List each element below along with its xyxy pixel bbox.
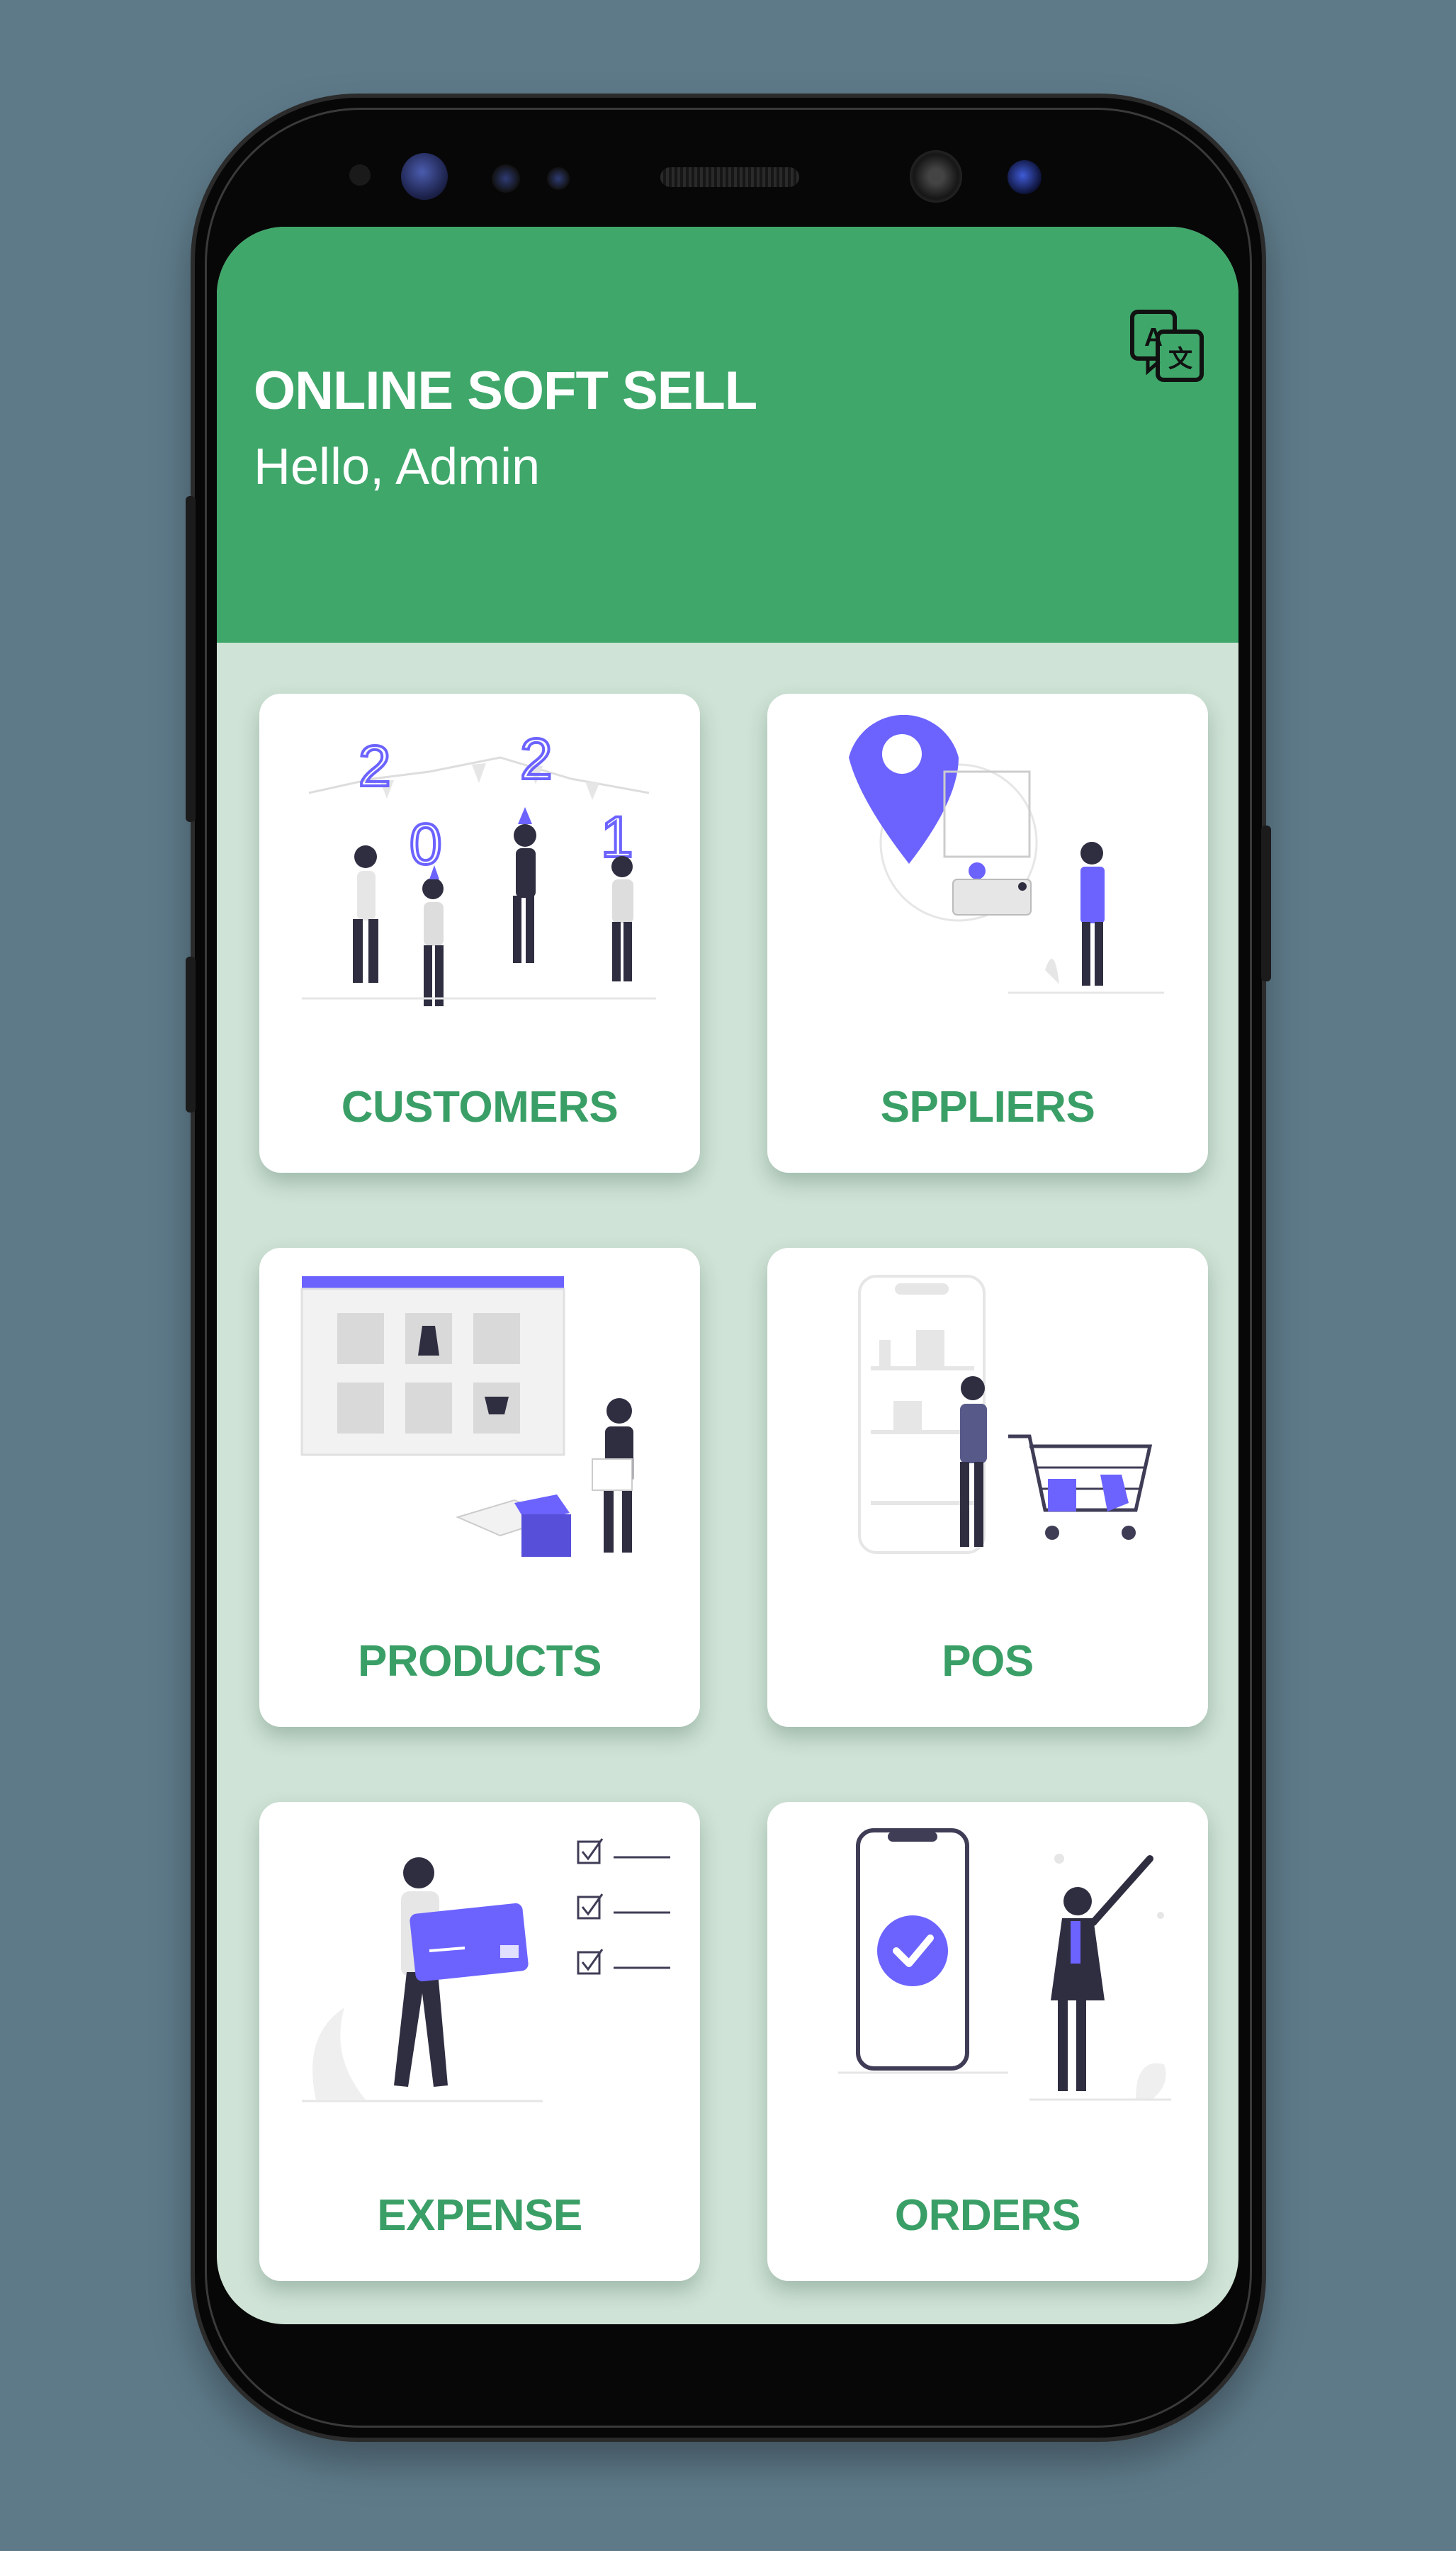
orders-label: ORDERS — [894, 2191, 1081, 2240]
expense-label: EXPENSE — [377, 2191, 582, 2240]
greeting-text: Hello, Admin — [254, 439, 541, 495]
svg-text:文: 文 — [1168, 345, 1192, 373]
party-people-illustration: 2 0 2 1 — [302, 726, 656, 1006]
app-header: ONLINE SOFT SELL Hello, Admin A 文 — [217, 227, 1238, 643]
phone-confirmed-illustration — [838, 1828, 1171, 2101]
products-label: PRODUCTS — [358, 1637, 602, 1686]
svg-text:A: A — [1144, 322, 1163, 351]
app-title: ONLINE SOFT SELL — [254, 361, 757, 421]
shopping-cart-illustration — [858, 1275, 1153, 1554]
iris-camera — [1008, 160, 1042, 194]
customers-card[interactable]: 2 0 2 1 CUSTOMERS — [259, 694, 700, 1173]
svg-text:2: 2 — [359, 734, 391, 799]
ir-sensor — [547, 167, 570, 190]
bixby-button — [186, 957, 196, 1113]
suppliers-card[interactable]: SPPLIERS — [767, 694, 1208, 1173]
iris-sensor — [401, 153, 448, 200]
customers-label: CUSTOMERS — [341, 1083, 619, 1132]
pos-label: POS — [942, 1637, 1034, 1686]
volume-button — [186, 496, 196, 822]
front-camera — [910, 150, 962, 203]
power-button — [1261, 826, 1271, 981]
credit-card-checklist-illustration — [302, 1838, 670, 2102]
svg-text:0: 0 — [410, 812, 442, 877]
location-delivery-illustration — [849, 715, 1164, 994]
svg-text:2: 2 — [520, 727, 553, 792]
light-sensor — [492, 164, 520, 193]
proximity-sensor — [349, 164, 371, 186]
translate-icon: A 文 — [1130, 310, 1204, 382]
suppliers-label: SPPLIERS — [880, 1083, 1095, 1132]
translate-button[interactable]: A 文 — [1127, 306, 1209, 388]
expense-card[interactable]: EXPENSE — [259, 1802, 700, 2281]
pos-card[interactable]: POS — [767, 1248, 1208, 1727]
product-boxes-illustration — [300, 1276, 633, 1557]
app-screen: ONLINE SOFT SELL Hello, Admin A 文 2 0 2 … — [217, 227, 1238, 2324]
orders-card[interactable]: ORDERS — [767, 1802, 1208, 2281]
earpiece-speaker — [660, 167, 799, 187]
products-card[interactable]: PRODUCTS — [259, 1248, 700, 1727]
